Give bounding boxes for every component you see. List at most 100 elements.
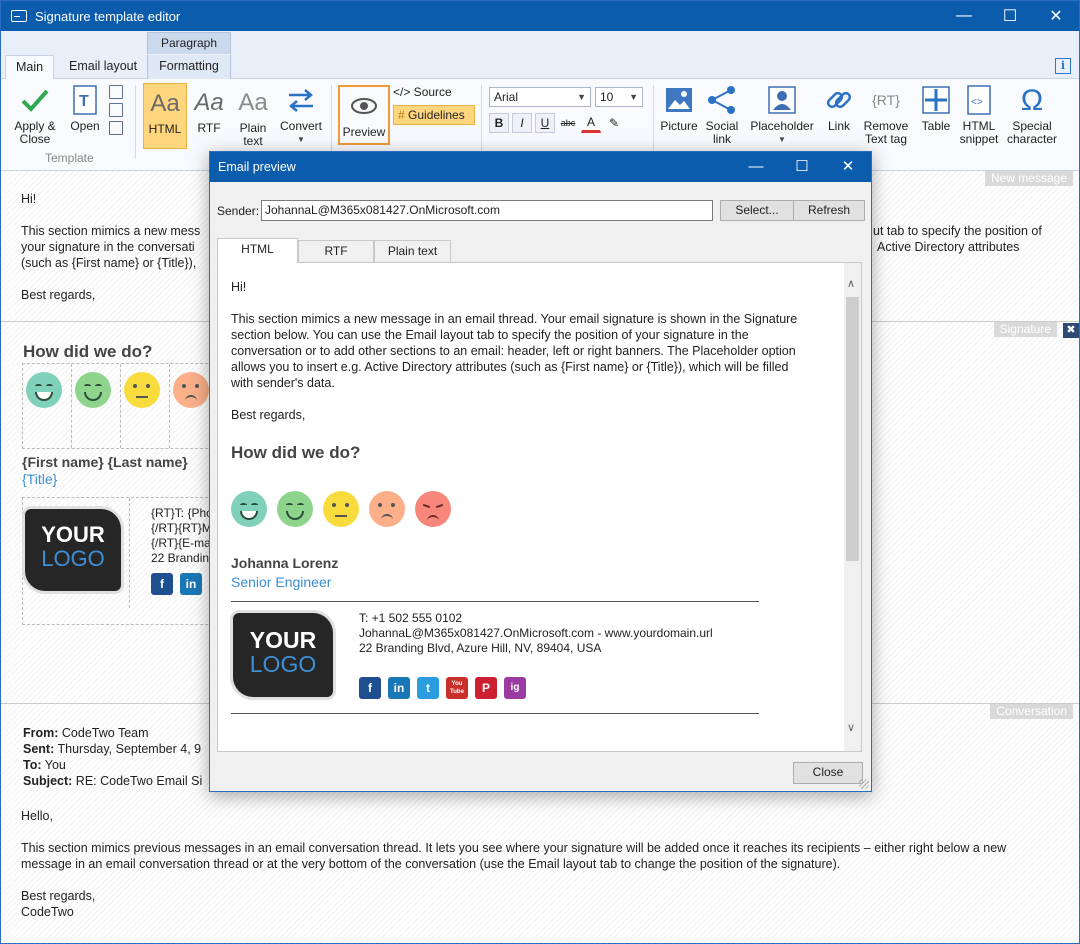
very-happy-face-icon[interactable]: [26, 372, 62, 408]
maximize-button[interactable]: ☐: [987, 1, 1033, 31]
linkedin-icon[interactable]: in: [180, 573, 202, 595]
contact-phone: T: +1 502 555 0102: [359, 611, 463, 625]
sad-face-icon[interactable]: [173, 372, 209, 408]
preview-button[interactable]: Preview: [338, 85, 390, 145]
underline-button[interactable]: U: [535, 113, 555, 133]
open-button[interactable]: T Open: [65, 83, 105, 133]
dialog-maximize-button[interactable]: ☐: [779, 152, 825, 182]
scroll-down-icon[interactable]: ∨: [847, 721, 855, 734]
strikethrough-button[interactable]: abc: [558, 113, 578, 133]
contact-email-web: JohannaL@M365x081427.OnMicrosoft.com - w…: [359, 626, 713, 640]
apply-close-button[interactable]: Apply & Close: [9, 83, 61, 146]
placeholder-dropdown-icon: ▼: [778, 135, 786, 144]
tab-formatting[interactable]: Formatting: [147, 55, 231, 79]
neutral-face-icon[interactable]: [124, 372, 160, 408]
very-happy-face-icon[interactable]: [231, 491, 267, 527]
youtube-icon[interactable]: You Tube: [446, 677, 468, 699]
sender-input[interactable]: JohannaL@M365x081427.OnMicrosoft.com: [261, 200, 713, 221]
dialog-close-icon[interactable]: ✕: [825, 152, 871, 182]
ribbon-separator: [331, 85, 332, 159]
bold-button[interactable]: B: [489, 113, 509, 133]
table-column-divider: [129, 498, 130, 608]
ribbon-separator: [481, 85, 482, 159]
preview-scrollbar[interactable]: ∧ ∨: [844, 263, 861, 751]
rtf-label: RTF: [197, 121, 221, 135]
picture-button[interactable]: Picture: [657, 83, 701, 133]
dialog-close-button[interactable]: Close: [793, 762, 863, 784]
placeholder-button[interactable]: Placeholder ▼: [747, 83, 817, 146]
special-character-button[interactable]: Ω Special character: [1005, 83, 1059, 146]
preview-tab-rtf[interactable]: RTF: [298, 240, 374, 262]
font-family-select[interactable]: Arial ▼: [489, 87, 591, 107]
dialog-title-bar: Email preview — ☐ ✕: [210, 152, 871, 182]
face-cell: [72, 364, 121, 448]
template-tool-icon-1[interactable]: [109, 85, 123, 99]
preview-pane[interactable]: Hi! This section mimics a new message in…: [217, 262, 862, 752]
logo-text-logo: LOGO: [41, 546, 105, 571]
preview-body-line: conversation or to add other sections to…: [231, 344, 796, 358]
source-button[interactable]: </> Source: [393, 85, 452, 99]
template-tool-icon-2[interactable]: [109, 103, 123, 117]
from-value: CodeTwo Team: [58, 726, 149, 740]
preview-tab-plain-text[interactable]: Plain text: [374, 240, 451, 262]
guidelines-button[interactable]: # Guidelines: [393, 105, 475, 125]
sent-label: Sent:: [23, 742, 55, 756]
scroll-up-icon[interactable]: ∧: [847, 277, 855, 290]
plain-text-mode-button[interactable]: Aa Plain text: [233, 83, 273, 148]
info-icon[interactable]: i: [1055, 58, 1071, 74]
preview-heading: How did we do?: [231, 443, 361, 462]
table-button[interactable]: Table: [917, 83, 955, 133]
pinterest-icon[interactable]: P: [475, 677, 497, 699]
resize-grip-icon[interactable]: [859, 779, 869, 789]
rtf-mode-button[interactable]: Aa RTF: [191, 83, 227, 135]
facebook-icon[interactable]: f: [359, 677, 381, 699]
conversation-sent: Sent: Thursday, September 4, 9: [23, 741, 201, 757]
tab-main[interactable]: Main: [5, 55, 55, 80]
html-snippet-label: HTML snippet: [959, 119, 999, 146]
instagram-icon[interactable]: ig: [504, 677, 526, 699]
section-label-new-message: New message: [984, 171, 1073, 186]
sad-face-icon[interactable]: [369, 491, 405, 527]
select-sender-button[interactable]: Select...: [720, 200, 794, 221]
remove-signature-icon[interactable]: ✖: [1063, 323, 1079, 338]
editor-social-icons: f in: [151, 573, 202, 595]
italic-button[interactable]: I: [512, 113, 532, 133]
refresh-button[interactable]: Refresh: [793, 200, 865, 221]
link-button[interactable]: Link: [821, 83, 857, 133]
angry-face-icon[interactable]: [415, 491, 451, 527]
ribbon-separator: [653, 85, 654, 159]
table-icon: [917, 83, 955, 117]
facebook-icon[interactable]: f: [151, 573, 173, 595]
social-link-button[interactable]: Social link: [703, 83, 741, 146]
conversation-body-line: This section mimics previous messages in…: [21, 841, 1007, 855]
html-mode-button[interactable]: Aa HTML: [143, 83, 187, 149]
close-button[interactable]: ✕: [1033, 1, 1079, 31]
linkedin-icon[interactable]: in: [388, 677, 410, 699]
font-size-select[interactable]: 10 ▼: [595, 87, 643, 107]
preview-tab-html[interactable]: HTML: [217, 238, 298, 263]
link-label: Link: [827, 119, 850, 133]
convert-button[interactable]: Convert ▼: [277, 83, 325, 146]
html-snippet-button[interactable]: <> HTML snippet: [957, 83, 1001, 146]
contact-line: {RT}T: {Pho: [151, 506, 213, 520]
highlight-icon[interactable]: ✎: [604, 113, 624, 133]
minimize-button[interactable]: —: [941, 1, 987, 31]
new-message-regards: Best regards,: [21, 288, 96, 302]
remove-text-tag-button[interactable]: {RT} Remove Text tag: [861, 83, 911, 146]
happy-face-icon[interactable]: [277, 491, 313, 527]
happy-face-icon[interactable]: [75, 372, 111, 408]
preview-body-line: This section mimics a new message in an …: [231, 312, 798, 326]
to-value: You: [41, 758, 66, 772]
scrollbar-thumb[interactable]: [846, 297, 859, 561]
tab-email-layout[interactable]: Email layout: [59, 55, 147, 79]
preview-logo: YOUR LOGO: [233, 613, 333, 697]
font-color-button[interactable]: A: [581, 113, 601, 133]
preview-social-icons: f in t You Tube P ig: [359, 677, 526, 699]
dialog-minimize-button[interactable]: —: [733, 152, 779, 182]
plain-text-label: Plain text: [239, 121, 267, 148]
twitter-icon[interactable]: t: [417, 677, 439, 699]
chain-link-icon: [821, 83, 857, 117]
template-tool-icon-3[interactable]: [109, 121, 123, 135]
neutral-face-icon[interactable]: [323, 491, 359, 527]
group-label-template: Template: [45, 151, 94, 165]
